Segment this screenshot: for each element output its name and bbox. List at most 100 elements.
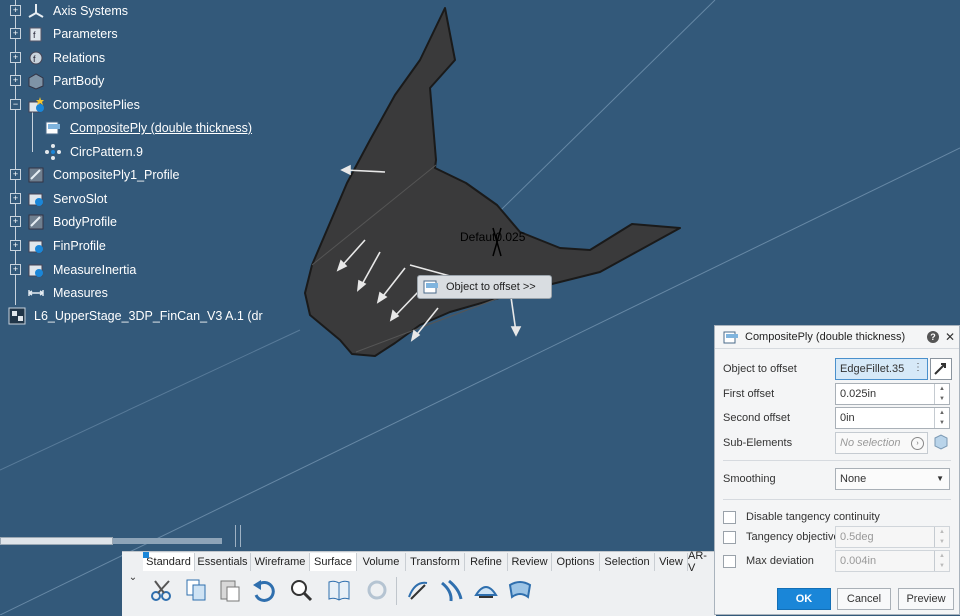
max-deviation-checkbox[interactable] xyxy=(723,554,736,568)
tree-item-product-root[interactable]: L6_UpperStage_3DP_FinCan_V3 A.1 (dr xyxy=(8,305,263,327)
sub-elements-button[interactable] xyxy=(930,432,952,454)
compositeply-dialog: CompositePly (double thickness) ? ✕ Obje… xyxy=(714,325,960,615)
first-offset-field[interactable]: 0.025in ▲ ▼ xyxy=(835,383,950,405)
first-offset-spinner[interactable]: ▲ ▼ xyxy=(934,384,949,404)
expand-toggle[interactable]: + xyxy=(10,75,21,86)
help-icon[interactable]: ? xyxy=(927,331,939,343)
body-icon xyxy=(27,190,45,208)
cancel-button[interactable]: Cancel xyxy=(837,588,891,610)
tab-transform[interactable]: Transform xyxy=(406,553,465,571)
expand-toggle[interactable]: + xyxy=(10,264,21,275)
sub-elements-field[interactable]: No selection › xyxy=(835,432,928,454)
expand-toggle[interactable]: + xyxy=(10,216,21,227)
tangency-objective-label: Tangency objective xyxy=(746,531,840,543)
paste-icon[interactable] xyxy=(215,575,245,605)
disable-tangency-checkbox[interactable] xyxy=(723,510,736,524)
ok-button[interactable]: OK xyxy=(777,588,831,610)
tree-item-measures[interactable]: Measures xyxy=(27,282,108,304)
pick-element-button[interactable] xyxy=(930,358,952,380)
tangency-objective-checkbox[interactable] xyxy=(723,530,736,544)
tab-refine[interactable]: Refine xyxy=(465,553,508,571)
tangency-objective-field[interactable]: 0.5deg ▲ ▼ xyxy=(835,526,950,548)
expand-toggle[interactable]: + xyxy=(10,169,21,180)
tab-review[interactable]: Review xyxy=(508,553,552,571)
copy-icon[interactable] xyxy=(181,575,211,605)
tab-view[interactable]: View xyxy=(655,553,688,571)
tree-item-compositeplies[interactable]: CompositePlies xyxy=(27,94,140,116)
max-deviation-field[interactable]: 0.004in ▲ ▼ xyxy=(835,550,950,572)
sketch-icon xyxy=(27,213,45,231)
disable-tangency-row[interactable]: Disable tangency continuity xyxy=(723,506,951,528)
tree-label: ServoSlot xyxy=(53,192,108,206)
undo-icon[interactable] xyxy=(248,575,278,605)
tangency-objective-spinner[interactable]: ▲ ▼ xyxy=(934,527,949,547)
surface-icon[interactable] xyxy=(505,575,535,605)
sketch-icon[interactable] xyxy=(403,575,433,605)
disable-tangency-label: Disable tangency continuity xyxy=(746,511,880,523)
circular-pattern-icon xyxy=(44,143,62,161)
tree-item-bodyprofile[interactable]: BodyProfile xyxy=(27,211,117,233)
tree-item-measureinertia[interactable]: MeasureInertia xyxy=(27,259,136,281)
tab-options[interactable]: Options xyxy=(552,553,600,571)
tab-wireframe[interactable]: Wireframe xyxy=(251,553,310,571)
first-offset-label: First offset xyxy=(723,388,775,400)
smoothing-select[interactable]: None ▼ xyxy=(835,468,950,490)
overlay-dimension-label: Defaut0.025 xyxy=(460,230,526,244)
tree-label: Parameters xyxy=(53,27,118,41)
max-deviation-spinner[interactable]: ▲ ▼ xyxy=(934,551,949,571)
close-icon[interactable]: ✕ xyxy=(945,330,955,344)
tree-label: CompositePly (double thickness) xyxy=(70,121,253,135)
tree-item-relations[interactable]: f Relations xyxy=(27,47,105,69)
expand-toggle[interactable]: + xyxy=(10,28,21,39)
tree-item-compositeply1-profile[interactable]: CompositePly1_Profile xyxy=(27,164,179,186)
expand-toggle[interactable]: + xyxy=(10,5,21,16)
tree-scrollbar-thumb[interactable] xyxy=(0,537,113,545)
arrow-right-circle-icon[interactable]: › xyxy=(911,437,924,450)
tab-essentials[interactable]: Essentials xyxy=(195,553,251,571)
tree-item-servoslot[interactable]: ServoSlot xyxy=(27,188,107,210)
expand-toggle[interactable]: + xyxy=(10,193,21,204)
tree-label: Measures xyxy=(53,286,108,300)
first-offset-value: 0.025in xyxy=(840,388,877,400)
tree-item-compositeply-double-thickness[interactable]: CompositePly (double thickness) xyxy=(44,117,252,139)
axis-line xyxy=(0,329,301,471)
axis-system-icon xyxy=(27,2,45,20)
tab-ar-v[interactable]: AR-V xyxy=(688,550,714,574)
toolbar-collapse-button[interactable]: ⌄ xyxy=(125,572,141,586)
smoothing-value: None xyxy=(840,473,867,485)
sketch-icon xyxy=(27,166,45,184)
second-offset-spinner[interactable]: ▲ ▼ xyxy=(934,408,949,428)
expand-toggle[interactable]: + xyxy=(10,52,21,63)
expand-toggle[interactable]: + xyxy=(10,240,21,251)
tab-surface[interactable]: Surface xyxy=(310,553,357,571)
preview-button[interactable]: Preview xyxy=(898,588,954,610)
offset-icon[interactable] xyxy=(471,575,501,605)
tree-item-parameters[interactable]: f Parameters xyxy=(27,23,118,45)
tab-volume[interactable]: Volume xyxy=(357,553,406,571)
tree-item-finprofile[interactable]: FinProfile xyxy=(27,235,106,257)
refresh-icon[interactable] xyxy=(362,575,392,605)
sub-elements-placeholder: No selection xyxy=(840,437,901,449)
collapse-toggle[interactable]: − xyxy=(10,99,21,110)
cut-icon[interactable] xyxy=(147,575,177,605)
tree-line xyxy=(15,0,16,305)
tab-standard[interactable]: Standard xyxy=(143,553,195,571)
tree-item-axis-systems[interactable]: Axis Systems xyxy=(27,0,128,22)
dialog-header: CompositePly (double thickness) ? ✕ xyxy=(715,326,959,349)
tree-item-circpattern[interactable]: CircPattern.9 xyxy=(44,141,143,163)
panel-splitter[interactable] xyxy=(235,525,241,547)
second-offset-field[interactable]: 0in ▲ ▼ xyxy=(835,407,950,429)
zoom-icon[interactable] xyxy=(286,575,316,605)
fin-part-shape[interactable] xyxy=(304,7,681,357)
more-options-icon[interactable]: ⋮ xyxy=(913,362,923,373)
product-icon xyxy=(8,307,26,325)
tab-selection[interactable]: Selection xyxy=(600,553,655,571)
sweep-icon[interactable] xyxy=(437,575,467,605)
book-icon[interactable] xyxy=(324,575,354,605)
cube-icon xyxy=(932,433,950,454)
tree-label: Relations xyxy=(53,51,106,65)
object-to-offset-field[interactable]: EdgeFillet.35 ⋮ xyxy=(835,358,928,380)
dropdown-arrow-icon: ▼ xyxy=(936,474,944,483)
tree-item-partbody[interactable]: PartBody xyxy=(27,70,104,92)
object-to-offset-tooltip[interactable]: Object to offset >> xyxy=(417,275,552,299)
